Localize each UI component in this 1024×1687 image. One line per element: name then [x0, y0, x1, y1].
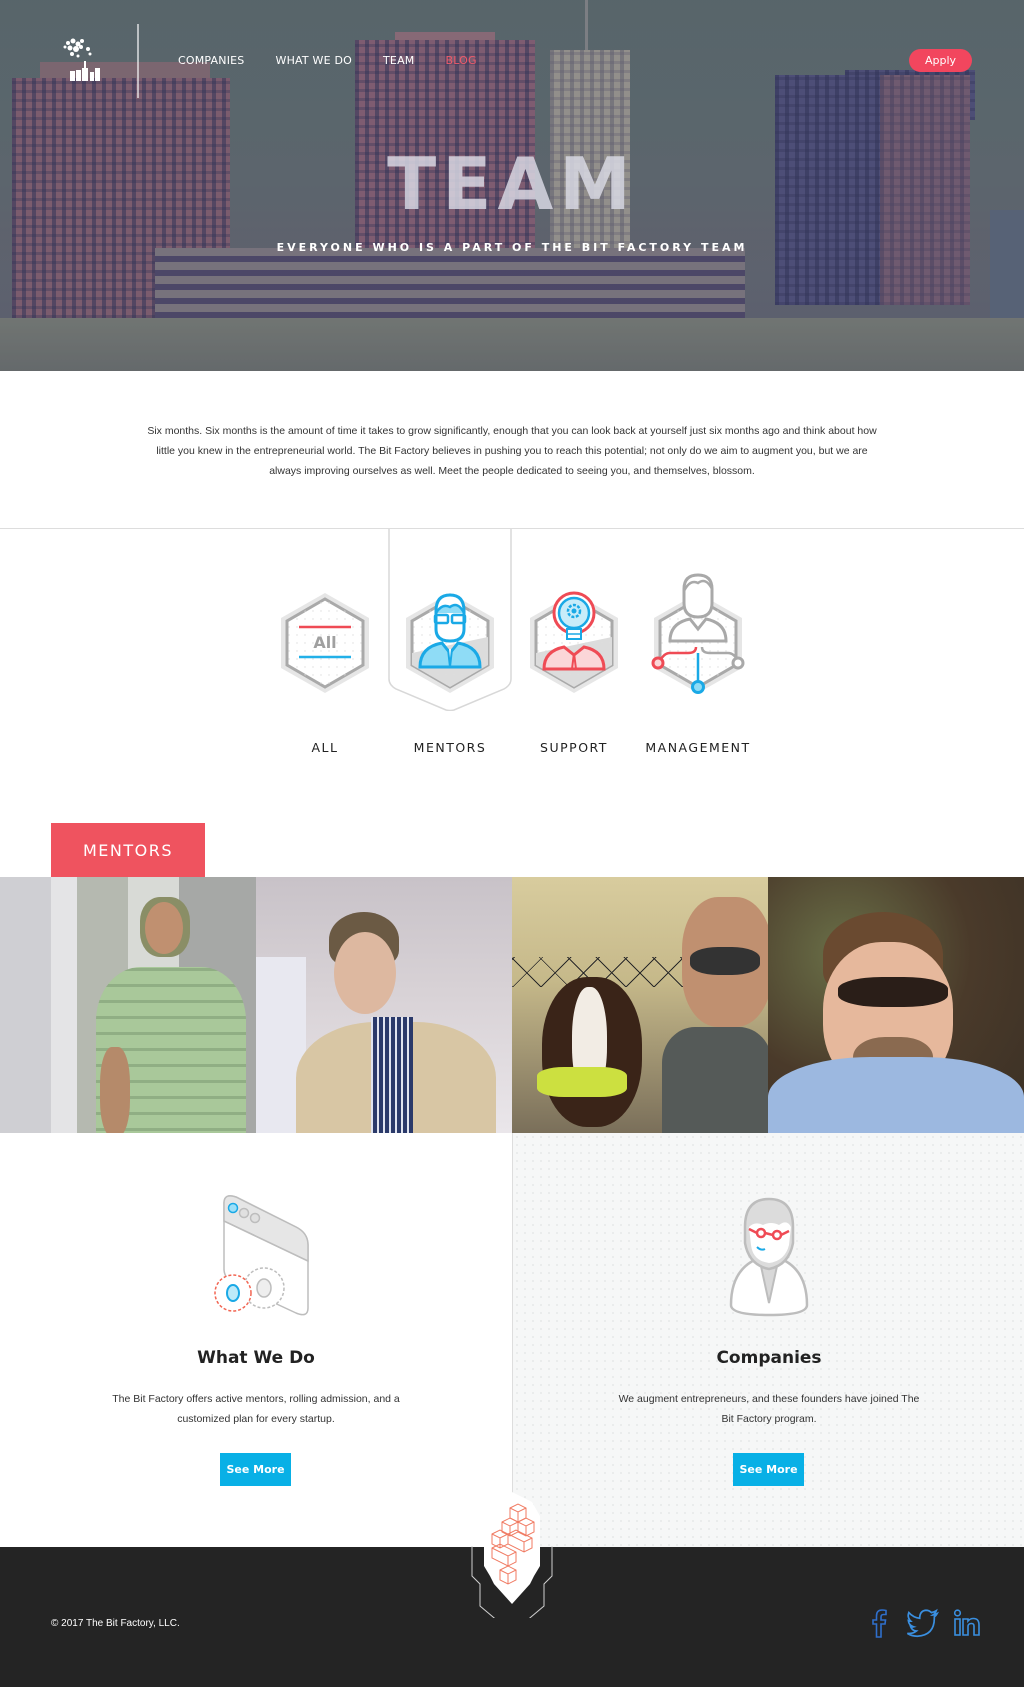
support-lightbulb-icon [530, 591, 618, 693]
tab-management-label: MANAGEMENT [645, 740, 751, 755]
bit-factory-cubes-badge-icon [471, 1492, 553, 1618]
facebook-link[interactable] [862, 1606, 896, 1640]
mentor-icon [406, 593, 494, 693]
copyright-text: © 2017 The Bit Factory, LLC. [51, 1618, 180, 1629]
founder-avatar-icon [729, 1197, 809, 1317]
mentor-photo-grid [0, 877, 1024, 1133]
tab-support-label: SUPPORT [540, 740, 608, 755]
what-we-do-desc: The Bit Factory offers active mentors, r… [112, 1393, 400, 1425]
twitter-icon [906, 1608, 940, 1638]
companies-card: Companies We augment entrepreneurs, and … [512, 1133, 1024, 1547]
browser-gears-icon [214, 1195, 309, 1316]
nav-companies[interactable]: COMPANIES [178, 54, 245, 67]
tab-all-label: ALL [311, 740, 339, 755]
nav-team[interactable]: TEAM [383, 54, 415, 67]
companies-title: Companies [716, 1348, 822, 1368]
tab-support[interactable]: SUPPORT [512, 529, 636, 769]
tab-management[interactable]: MANAGEMENT [636, 529, 760, 769]
mentors-section-badge: MENTORS [51, 823, 205, 877]
linkedin-icon [953, 1609, 980, 1636]
logo[interactable] [60, 37, 110, 87]
bit-factory-logo-icon [63, 38, 100, 81]
companies-desc: We augment entrepreneurs, and these foun… [618, 1393, 920, 1425]
apply-button[interactable]: Apply [909, 49, 972, 72]
what-we-do-title: What We Do [197, 1348, 315, 1368]
svg-text:All: All [313, 633, 336, 652]
what-we-do-card: What We Do The Bit Factory offers active… [0, 1133, 512, 1547]
nav-what-we-do[interactable]: WHAT WE DO [276, 54, 353, 67]
info-cards: What We Do The Bit Factory offers active… [0, 1133, 1024, 1547]
companies-see-more-button[interactable]: See More [733, 1453, 804, 1486]
all-icon: All [281, 593, 369, 693]
tab-mentors-label: MENTORS [413, 740, 487, 755]
social-links [862, 1606, 984, 1640]
nav-blog[interactable]: BLOG [446, 54, 477, 67]
nav-links: COMPANIES WHAT WE DO TEAM BLOG [178, 54, 508, 67]
team-category-tabs: All ALL MENTORS SUPPORT MANAGEMENT [0, 529, 1024, 769]
what-we-do-see-more-button[interactable]: See More [220, 1453, 291, 1486]
mentor-photo-3[interactable] [512, 877, 768, 1133]
page-title: TEAM [387, 142, 637, 226]
tab-mentors[interactable]: MENTORS [388, 529, 512, 769]
tab-all[interactable]: All ALL [263, 529, 387, 769]
mentor-photo-2[interactable] [256, 877, 512, 1133]
mentor-photo-4[interactable] [768, 877, 1024, 1133]
twitter-link[interactable] [906, 1606, 940, 1640]
top-nav: COMPANIES WHAT WE DO TEAM BLOG Apply [0, 0, 1024, 110]
intro-section: Six months. Six months is the amount of … [0, 371, 1024, 529]
page-subtitle: EVERYONE WHO IS A PART OF THE BIT FACTOR… [276, 241, 748, 254]
intro-text: Six months. Six months is the amount of … [147, 425, 877, 477]
facebook-icon [872, 1609, 887, 1638]
linkedin-link[interactable] [950, 1606, 984, 1640]
mentor-photo-1[interactable] [0, 877, 256, 1133]
nav-divider [137, 24, 139, 98]
management-network-icon [651, 573, 745, 694]
hero-banner: COMPANIES WHAT WE DO TEAM BLOG Apply TEA… [0, 0, 1024, 371]
